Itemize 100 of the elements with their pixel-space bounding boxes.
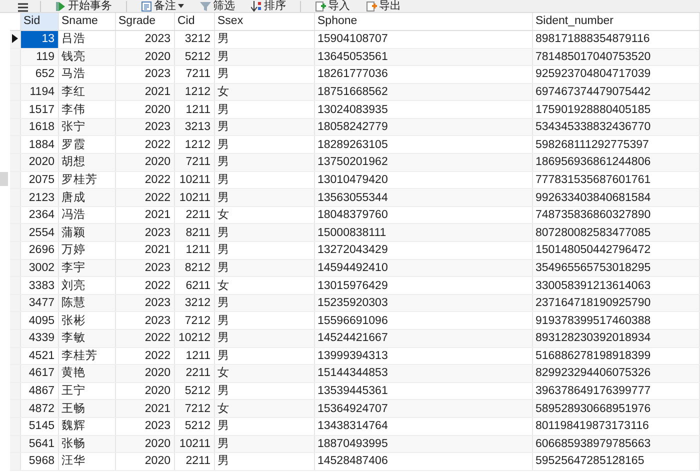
table-cell: 15904108707 — [314, 30, 532, 48]
column-header[interactable]: Sid — [20, 13, 58, 30]
table-cell: 18058242779 — [314, 118, 532, 136]
table-cell: 13645053561 — [314, 48, 532, 66]
table-cell: 589528930668951976 — [532, 400, 700, 418]
table-cell: 胡想 — [58, 154, 115, 172]
table-cell: 男 — [214, 100, 314, 118]
menu-icon[interactable] — [18, 3, 28, 12]
table-cell: 2021 — [115, 242, 174, 260]
table-cell: 3477 — [20, 294, 58, 312]
table-cell: 15144344853 — [314, 364, 532, 382]
table-cell: 18870493995 — [314, 435, 532, 453]
table-cell: 4339 — [20, 330, 58, 348]
table-cell: 2021 — [115, 400, 174, 418]
table-cell: 男 — [214, 30, 314, 48]
table-cell: 14594492410 — [314, 259, 532, 277]
table-cell: 1618 — [20, 118, 58, 136]
column-header[interactable]: Cid — [174, 13, 214, 30]
table-cell: 刘亮 — [58, 276, 115, 294]
table-cell: 男 — [214, 242, 314, 260]
table-cell: 7211 — [174, 66, 214, 84]
column-header[interactable]: Sgrade — [115, 13, 174, 30]
table-cell: 2020 — [20, 154, 58, 172]
table-cell: 2021 — [115, 83, 174, 101]
table-cell: 898171888354879116 — [532, 30, 700, 48]
table-cell: 男 — [214, 224, 314, 242]
table-cell: 1211 — [174, 242, 214, 260]
toolbar-button[interactable]: 排序 — [249, 0, 288, 12]
table-cell: 13750201962 — [314, 154, 532, 172]
table-cell: 男 — [214, 154, 314, 172]
column-header[interactable]: Sident_number — [532, 13, 700, 30]
table-cell: 2023 — [115, 294, 174, 312]
toolbar-button[interactable]: 备注 — [139, 0, 186, 12]
table-cell: 女 — [214, 364, 314, 382]
table-cell: 马浩 — [58, 66, 115, 84]
table-cell: 2020 — [115, 154, 174, 172]
table-cell: 2554 — [20, 224, 58, 242]
table-cell: 18751668562 — [314, 83, 532, 101]
table-cell: 陈慧 — [58, 294, 115, 312]
table-cell: 2696 — [20, 242, 58, 260]
table-cell: 5145 — [20, 417, 58, 436]
table-cell: 1517 — [20, 100, 58, 118]
table-cell: 4617 — [20, 364, 58, 382]
table-cell: 697467374479075442 — [532, 83, 700, 101]
table-cell: 8211 — [174, 224, 214, 242]
table-cell: 652 — [20, 66, 58, 84]
table-cell: 5968 — [20, 452, 58, 470]
table-cell: 534345338832436770 — [532, 118, 700, 136]
table-cell: 330058391213614063 — [532, 276, 700, 294]
table-cell: 2123 — [20, 188, 58, 206]
table-cell: 2020 — [115, 100, 174, 118]
table-cell: 150148050442796472 — [532, 242, 700, 260]
row-selector[interactable] — [10, 30, 20, 48]
table-cell: 5641 — [20, 435, 58, 453]
table-cell: 男 — [214, 66, 314, 84]
table-cell: 2023 — [115, 66, 174, 84]
table-cell: 7212 — [174, 400, 214, 418]
table-cell: 18261777036 — [314, 66, 532, 84]
table-cell: 男 — [214, 452, 314, 470]
toolbar-button[interactable]: 导出 — [364, 0, 403, 12]
table-cell: 6211 — [174, 276, 214, 294]
table-cell: 8212 — [174, 259, 214, 277]
table-cell: 唐成 — [58, 188, 115, 206]
table-cell: 5212 — [174, 417, 214, 436]
toolbar-button[interactable]: 导入 — [313, 0, 352, 12]
table-cell: 男 — [214, 294, 314, 312]
table-cell: 992633403840681584 — [532, 188, 700, 206]
table-cell: 万婷 — [58, 242, 115, 260]
table-cell: 魏辉 — [58, 417, 115, 436]
row-pointer-icon — [12, 34, 18, 44]
table-cell: 李伟 — [58, 100, 115, 118]
column-header[interactable]: Sphone — [314, 13, 532, 30]
table-cell: 2023 — [115, 30, 174, 48]
table-cell: 14524421667 — [314, 330, 532, 348]
table-cell: 14528487406 — [314, 452, 532, 470]
table-cell: 893128230392018934 — [532, 330, 700, 348]
table-cell: 王畅 — [58, 400, 115, 418]
table-cell: 3213 — [174, 118, 214, 136]
table-cell: 13 — [20, 30, 57, 47]
table-cell: 张畅 — [58, 435, 115, 453]
table-cell: 186956936861244806 — [532, 154, 700, 172]
table-cell: 汪华 — [58, 452, 115, 470]
table-cell: 15000838111 — [314, 224, 532, 242]
table-cell: 男 — [214, 259, 314, 277]
table-cell: 女 — [214, 400, 314, 418]
table-cell: 李敏 — [58, 330, 115, 348]
column-header[interactable]: Sname — [58, 13, 115, 30]
table-cell: 2023 — [115, 118, 174, 136]
table-cell: 237164718190925790 — [532, 294, 700, 312]
table-cell: 13563055344 — [314, 188, 532, 206]
toolbar-button[interactable]: 筛选 — [198, 0, 237, 12]
table-cell: 吕浩 — [58, 30, 115, 48]
table-cell: 175901928880405185 — [532, 100, 700, 118]
toolbar-button[interactable]: 开始事务 — [53, 0, 114, 12]
import-icon — [315, 0, 326, 12]
table-cell: 15364924707 — [314, 400, 532, 418]
column-header[interactable]: Ssex — [214, 13, 314, 30]
table-cell: 李红 — [58, 83, 115, 101]
table-cell: 男 — [214, 48, 314, 66]
scrollbar-thumb[interactable] — [0, 172, 8, 186]
